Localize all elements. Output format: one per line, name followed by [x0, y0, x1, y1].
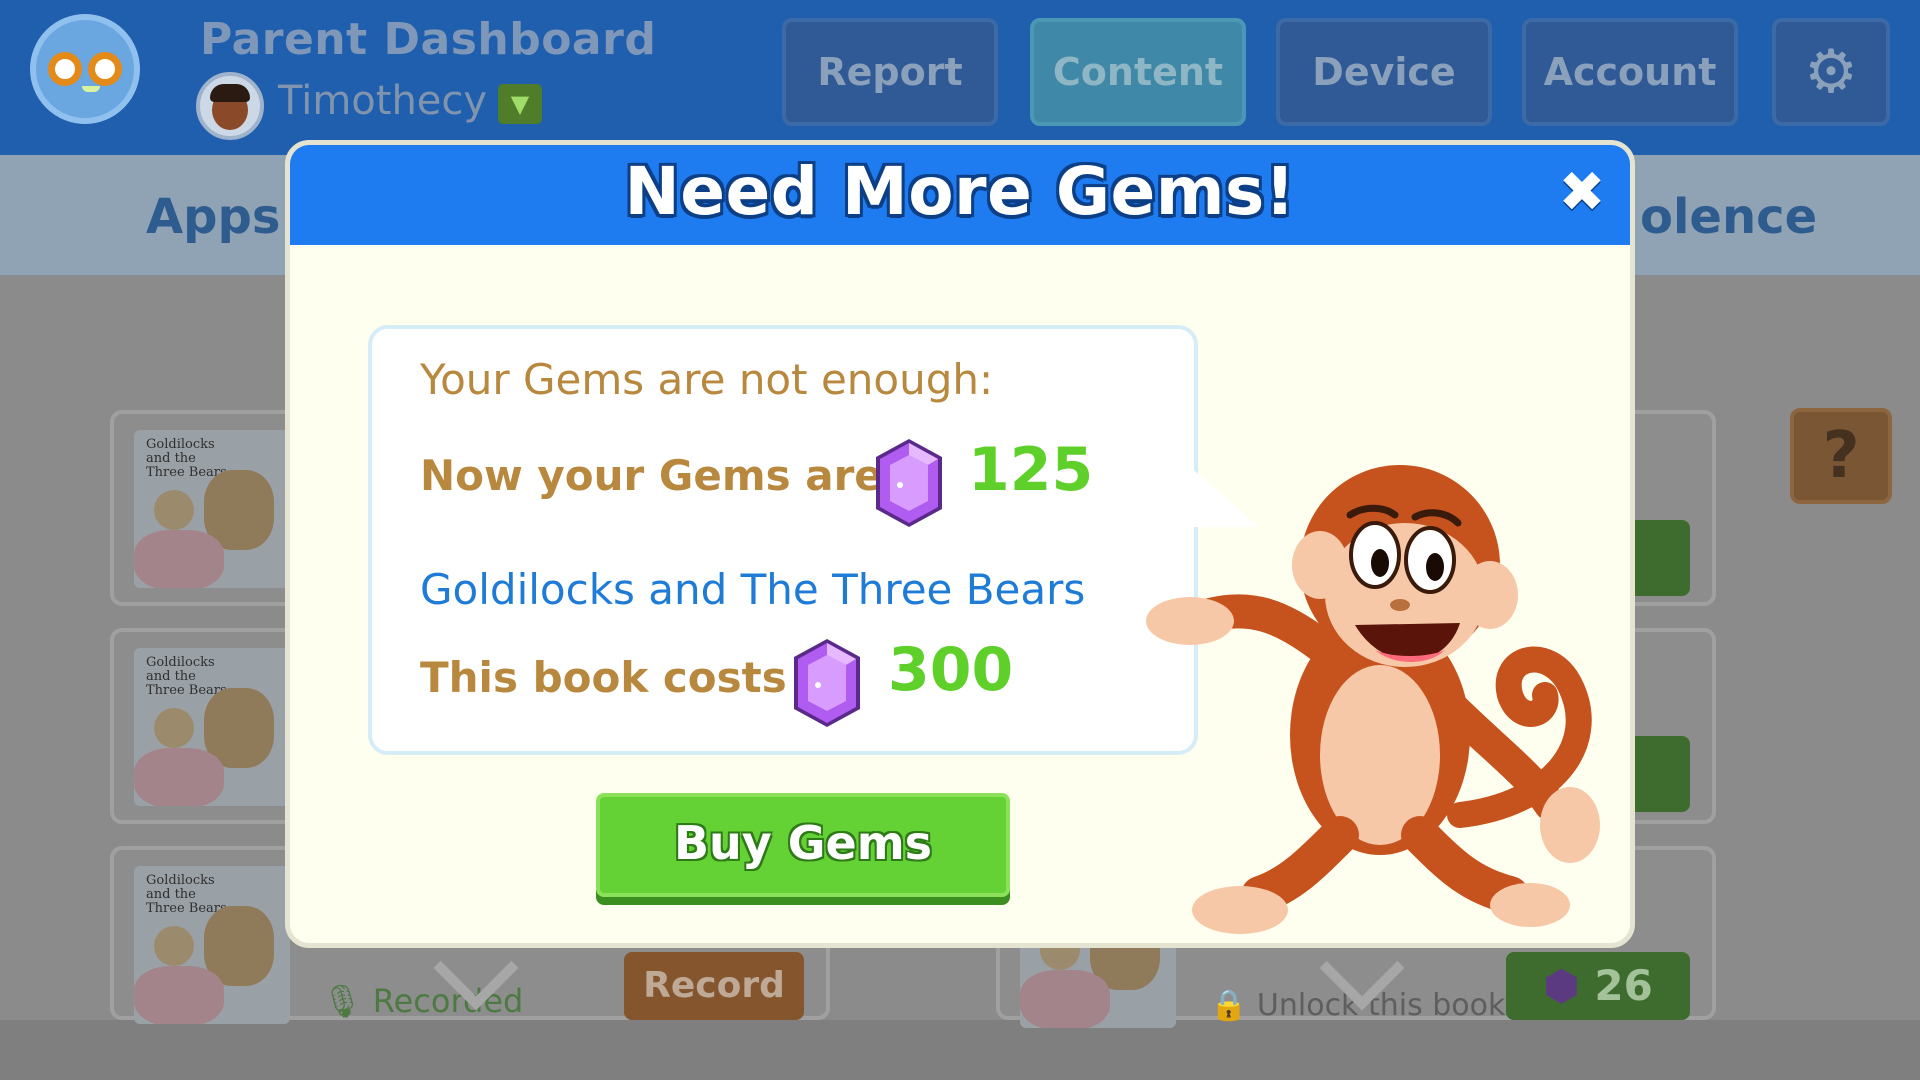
book-thumbnail: Goldilocks and the Three Bears	[134, 430, 290, 588]
settings-button[interactable]: ⚙	[1772, 18, 1890, 126]
child-avatar[interactable]	[196, 72, 264, 140]
thumb-title: Goldilocks and the Three Bears	[146, 437, 227, 480]
owl-eye-left	[48, 52, 82, 86]
buy-gems-button[interactable]: Buy Gems	[596, 793, 1010, 897]
gem-icon	[794, 639, 860, 727]
owl-beak	[82, 86, 100, 92]
gems-warning-text: Your Gems are not enough:	[420, 355, 994, 404]
tab-content[interactable]: Content	[1030, 18, 1246, 126]
close-icon[interactable]: ✖	[1554, 165, 1610, 221]
dashboard-header: Parent Dashboard Timothecy ▼ Report Cont…	[0, 0, 1920, 155]
tab-device[interactable]: Device	[1276, 18, 1492, 126]
current-gems-label: Now your Gems are	[420, 451, 883, 500]
gem-icon	[876, 439, 942, 527]
avatar-hair	[210, 84, 250, 102]
page-title: Parent Dashboard	[200, 14, 657, 65]
dialog-header: Need More Gems! ✖	[290, 145, 1630, 245]
need-gems-dialog: Need More Gems! ✖ Your Gems are not enou…	[285, 140, 1635, 948]
owl-eyes	[48, 52, 122, 86]
dialog-title: Need More Gems!	[624, 153, 1296, 230]
book-cost-count: 300	[888, 635, 1014, 705]
subtab-violence[interactable]: olence	[1640, 189, 1817, 245]
tab-report[interactable]: Report	[782, 18, 998, 126]
gem-icon: ⬢	[1543, 961, 1580, 1010]
record-button[interactable]: Record	[624, 952, 804, 1020]
book-thumbnail: Goldilocks and the Three Bears	[134, 648, 290, 806]
microphone-icon: 🎙	[322, 982, 363, 1020]
help-button[interactable]: ?	[1790, 408, 1892, 504]
book-title: Goldilocks and The Three Bears	[420, 565, 1086, 614]
lock-icon: 🔒	[1210, 988, 1248, 1023]
bottom-bar	[0, 1020, 1920, 1080]
thumb-title: Goldilocks and the Three Bears	[146, 655, 227, 698]
tab-account[interactable]: Account	[1522, 18, 1738, 126]
gear-icon: ⚙	[1804, 37, 1858, 107]
child-dropdown-icon[interactable]: ▼	[498, 84, 542, 124]
owl-eye-right	[88, 52, 122, 86]
app-logo-owl-icon[interactable]	[30, 14, 140, 124]
child-name: Timothecy	[278, 78, 488, 124]
book-thumbnail: Goldilocks and the Three Bears	[134, 866, 290, 1024]
thumb-title: Goldilocks and the Three Bears	[146, 873, 227, 916]
subtab-apps[interactable]: Apps	[146, 189, 280, 245]
monkey-mascot-icon	[1146, 465, 1600, 934]
book-cost-label: This book costs	[420, 653, 787, 702]
current-gems-count: 125	[968, 435, 1094, 505]
book-price-button[interactable]: ⬢ 26	[1506, 952, 1690, 1020]
